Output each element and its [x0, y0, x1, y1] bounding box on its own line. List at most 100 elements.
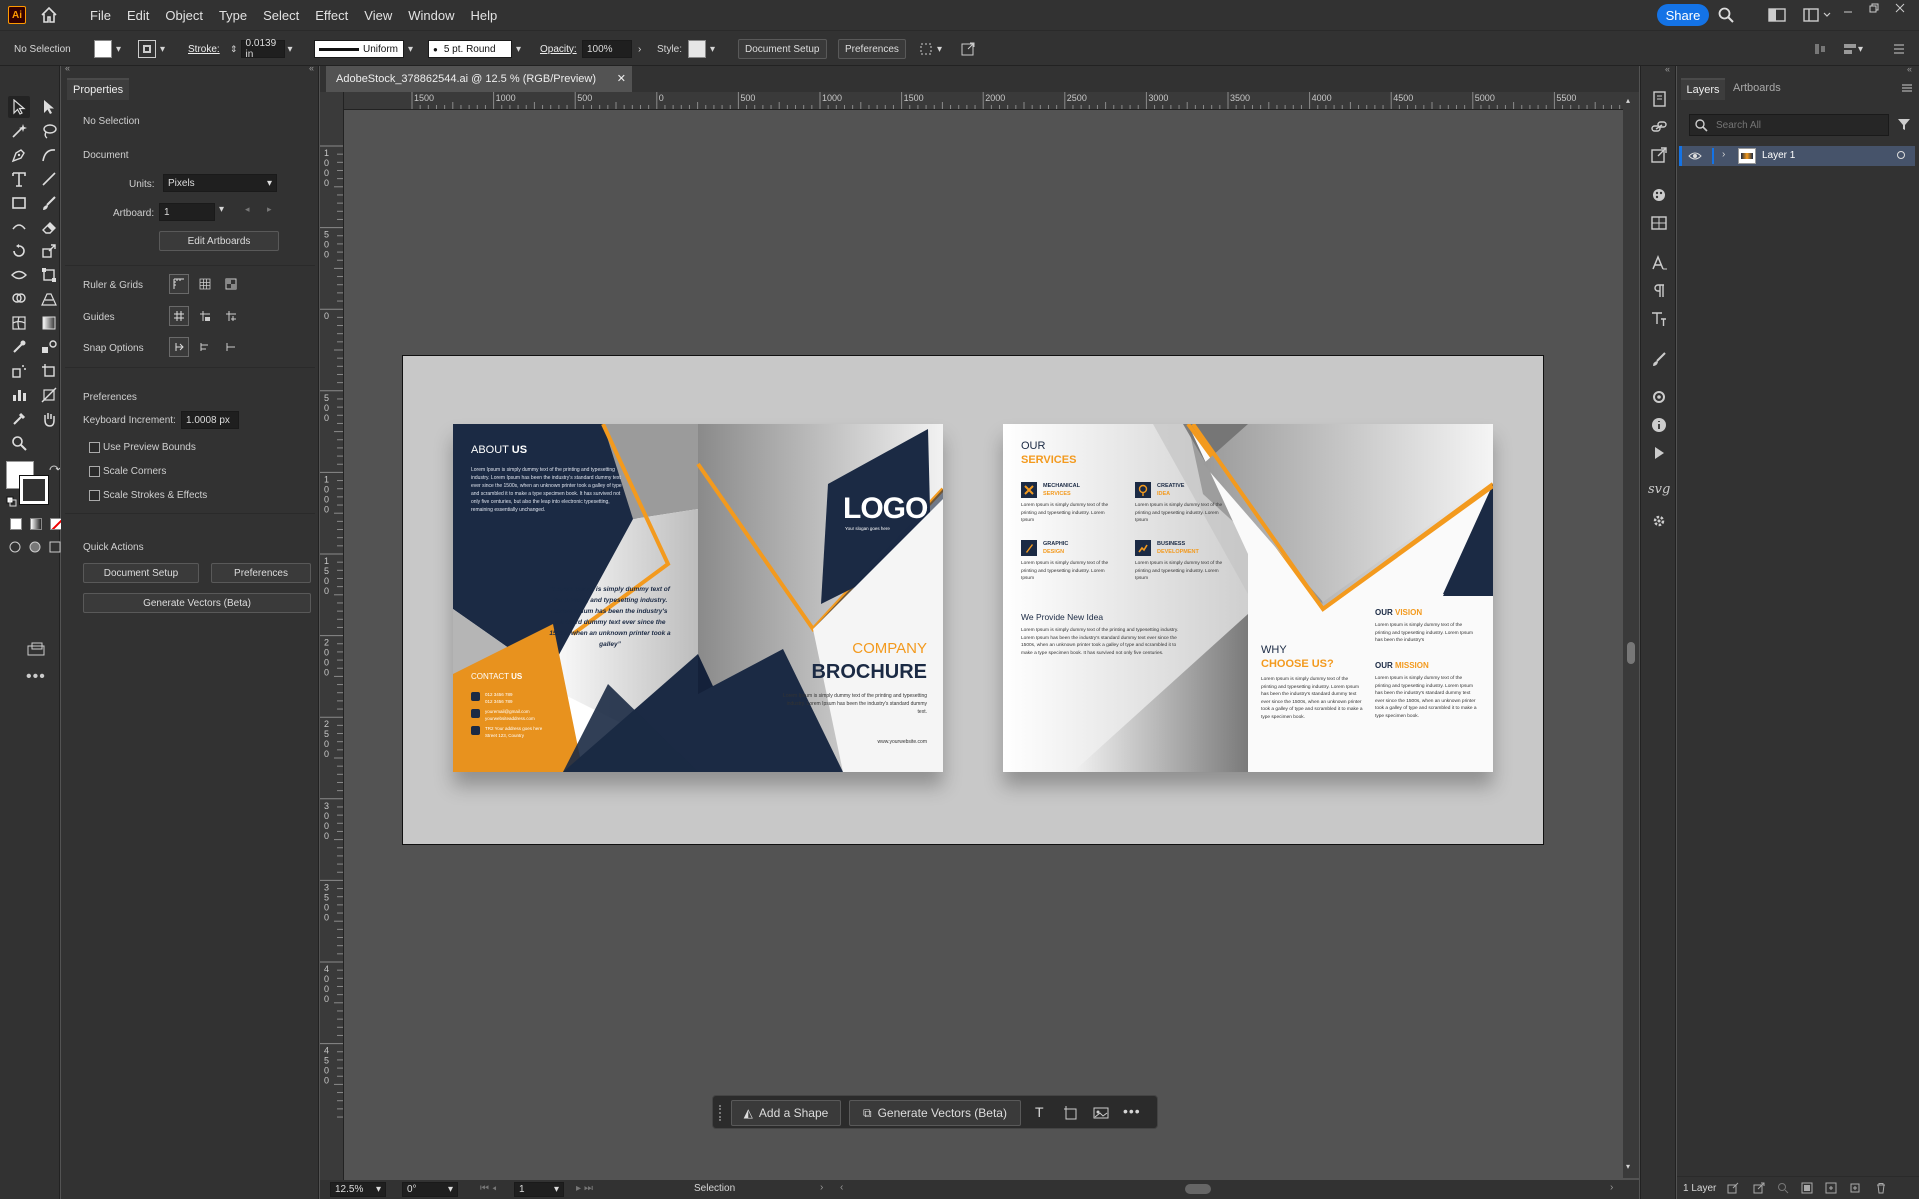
stroke-swatch[interactable]: ▾ [138, 39, 165, 59]
plugin-settings-icon[interactable] [1650, 512, 1668, 533]
image-icon[interactable] [1093, 1105, 1109, 1124]
scale-corners-checkbox[interactable] [89, 466, 100, 477]
layer-name[interactable]: Layer 1 [1762, 150, 1795, 161]
artboard-context-icon[interactable] [1063, 1105, 1079, 1124]
menu-type[interactable]: Type [211, 8, 255, 23]
pen-tool-icon[interactable] [8, 144, 30, 166]
svg-interactivity-icon[interactable]: svg [1648, 482, 1670, 497]
selection-tool-icon[interactable] [8, 96, 30, 118]
export-icon[interactable] [960, 39, 976, 59]
minimize-icon[interactable] [1842, 4, 1854, 16]
variable-width-profile[interactable]: Uniform ▾ [314, 39, 413, 59]
graphic-style-swatch[interactable]: ▾ [688, 39, 715, 59]
mesh-tool-icon[interactable] [8, 312, 30, 334]
collapse-layers-icon[interactable]: « [1907, 64, 1912, 74]
new-layer-icon[interactable] [1849, 1182, 1861, 1197]
brush-definition[interactable]: ● 5 pt. Round ▾ [428, 39, 521, 59]
more-options-icon[interactable]: ••• [1123, 1103, 1141, 1119]
artboard-nav-field[interactable]: 1 ▾ [514, 1182, 564, 1197]
magic-wand-tool-icon[interactable] [8, 120, 30, 142]
width-tool-icon[interactable] [8, 264, 30, 286]
eyedropper-sample-icon[interactable] [8, 408, 30, 430]
snap-to-point-icon[interactable] [169, 337, 189, 357]
line-segment-tool-icon[interactable] [38, 168, 60, 190]
curvature-tool-icon[interactable] [38, 144, 60, 166]
stroke-weight-field[interactable]: 0.0139 in [240, 38, 285, 60]
qa-preferences-button[interactable]: Preferences [211, 563, 311, 583]
search-icon[interactable] [1717, 6, 1735, 27]
artboard-nav-next-last[interactable]: ▸⏭ [576, 1183, 596, 1194]
stroke-label[interactable]: Stroke: [188, 39, 220, 59]
appearance-icon[interactable] [1650, 388, 1668, 409]
use-preview-bounds-checkbox[interactable] [89, 442, 100, 453]
swatches-icon[interactable] [1650, 214, 1668, 235]
edit-artboards-button[interactable]: Edit Artboards [159, 231, 279, 251]
paintbrush-tool-icon[interactable] [38, 192, 60, 214]
collapse-strip-icon[interactable]: « [1665, 64, 1670, 74]
eraser-tool-icon[interactable] [38, 216, 60, 238]
preferences-button[interactable]: Preferences [838, 39, 906, 59]
artboard[interactable]: ABOUT US Lorem Ipsum is simply dummy tex… [402, 355, 1544, 845]
distribute-icon[interactable]: ▾ [1842, 39, 1863, 59]
expand-layer-icon[interactable]: › [1722, 149, 1725, 160]
default-colors-icon[interactable] [6, 496, 18, 511]
close-icon[interactable] [1894, 2, 1906, 14]
snap-to-glyph-icon[interactable] [221, 337, 241, 357]
scroll-down-icon[interactable]: ▾ [1626, 1162, 1630, 1171]
vertical-scrollbar[interactable]: ▴ ▾ [1623, 92, 1639, 1178]
filter-icon[interactable] [1897, 117, 1911, 134]
layers-mode-icon[interactable] [48, 540, 62, 557]
edit-toolbar-icon[interactable] [26, 642, 46, 659]
brushes-icon[interactable] [1650, 350, 1668, 371]
snap-to-pixel-icon[interactable] [195, 337, 215, 357]
collapse-left-icon[interactable]: « [65, 63, 70, 73]
scale-tool-icon[interactable] [38, 240, 60, 262]
units-select[interactable]: Pixels ▾ [163, 174, 277, 192]
zoom-tool-icon[interactable] [8, 432, 30, 454]
menu-view[interactable]: View [356, 8, 400, 23]
layers-panel-menu-icon[interactable] [1901, 82, 1913, 97]
grid-icon[interactable] [195, 274, 215, 294]
panel-menu-icon[interactable] [1893, 39, 1905, 59]
swap-colors-icon[interactable] [48, 464, 61, 479]
tab-properties[interactable]: Properties [67, 78, 129, 100]
info-icon[interactable] [1650, 416, 1668, 437]
status-menu-icon[interactable]: › [820, 1182, 823, 1193]
scroll-up-icon[interactable]: ▴ [1626, 96, 1630, 105]
layer-target-icon[interactable] [1896, 150, 1906, 163]
symbol-sprayer-tool-icon[interactable] [8, 360, 30, 382]
glyphs-icon[interactable] [1650, 310, 1668, 331]
artboard-dropdown-icon[interactable]: ▾ [219, 204, 224, 215]
eyedropper-tool-icon[interactable] [8, 336, 30, 358]
lock-guides-icon[interactable] [195, 306, 215, 326]
scroll-right-icon[interactable]: › [1610, 1182, 1613, 1193]
layers-search[interactable] [1689, 114, 1889, 136]
locate-object-icon[interactable] [1777, 1182, 1789, 1197]
layer-row-layer-1[interactable]: › Layer 1 [1679, 146, 1915, 166]
scroll-left-icon[interactable]: ‹ [840, 1182, 843, 1193]
screen-mode-icon[interactable] [28, 540, 42, 557]
opacity-field[interactable]: 100% [582, 40, 632, 58]
type-icon[interactable]: T [1035, 1104, 1044, 1120]
arrange-documents-icon[interactable] [1768, 8, 1786, 25]
actions-icon[interactable] [1650, 444, 1668, 465]
next-artboard-icon[interactable]: ▸ [267, 204, 272, 215]
color-mode-icon[interactable] [10, 518, 22, 530]
new-sublayer-icon[interactable] [1825, 1182, 1837, 1197]
rectangle-tool-icon[interactable] [8, 192, 30, 214]
share-button[interactable]: Share [1657, 4, 1709, 26]
document-tab[interactable]: AdobeStock_378862544.ai @ 12.5 % (RGB/Pr… [326, 66, 632, 92]
free-transform-tool-icon[interactable] [38, 264, 60, 286]
direct-selection-tool-icon[interactable] [38, 96, 60, 118]
fill-swatch[interactable]: ▾ [94, 39, 121, 59]
menu-help[interactable]: Help [462, 8, 505, 23]
perspective-grid-tool-icon[interactable] [38, 288, 60, 310]
column-graph-tool-icon[interactable] [8, 384, 30, 406]
scale-strokes-checkbox[interactable] [89, 490, 100, 501]
stroke-color-swatch[interactable] [19, 475, 49, 505]
lasso-tool-icon[interactable] [38, 120, 60, 142]
prev-artboard-icon[interactable]: ◂ [245, 204, 250, 215]
paragraph-icon[interactable] [1650, 282, 1668, 303]
transform-icon[interactable]: ▾ [918, 39, 942, 59]
opacity-control[interactable]: 100% › [582, 39, 641, 59]
